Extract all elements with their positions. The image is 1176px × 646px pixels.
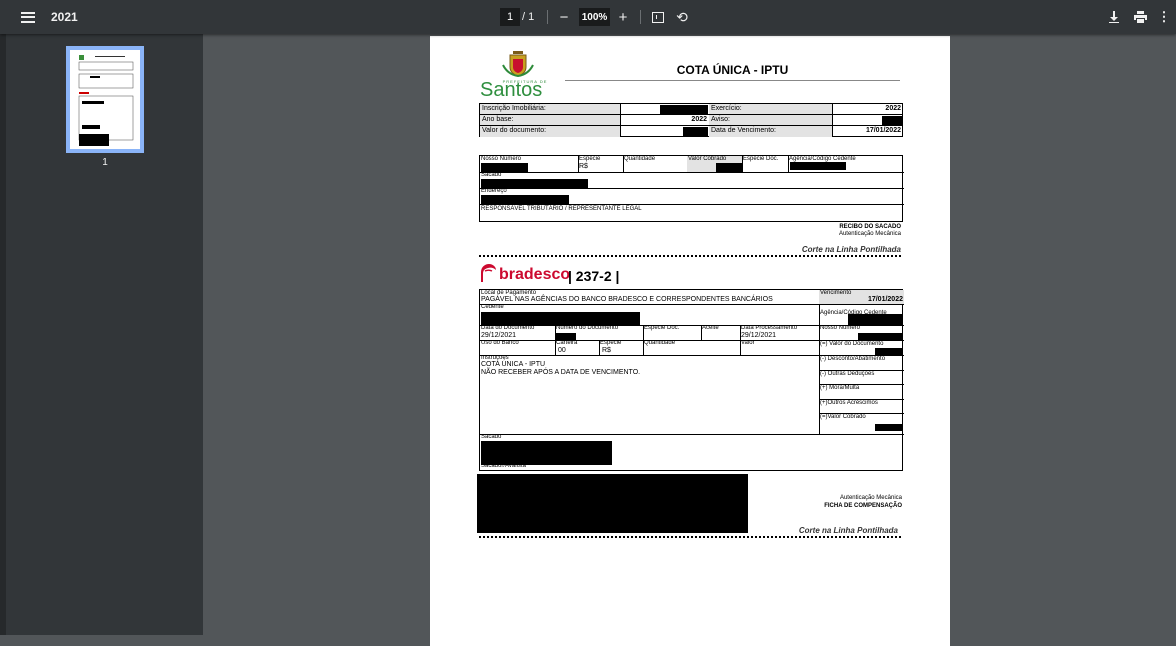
download-button[interactable] xyxy=(1105,0,1123,34)
bradesco-name: bradesco xyxy=(499,266,571,283)
vencimento-value: 17/01/2022 xyxy=(865,127,901,134)
more-vert-icon: ⋮ xyxy=(1157,9,1171,24)
print-button[interactable] xyxy=(1131,0,1149,34)
exercicio-value: 2022 xyxy=(885,105,901,112)
toolbar-divider xyxy=(640,10,641,24)
page-thumbnail[interactable] xyxy=(66,46,144,153)
redacted-valor xyxy=(683,127,708,136)
logo-city-name: Santos xyxy=(480,79,543,101)
ficha-vencimento-value: 17/01/2022 xyxy=(867,296,903,303)
local-pagamento-value: PAGÁVEL NAS AGÊNCIAS DO BANCO BRADESCO E… xyxy=(481,296,773,303)
redacted-ficha-valor-cobrado xyxy=(875,424,903,431)
more-actions-button[interactable]: ⋮ xyxy=(1157,0,1171,34)
instrucao-2: NÃO RECEBER APÓS A DATA DE VENCIMENTO. xyxy=(481,369,641,376)
redacted-barcode xyxy=(477,474,748,533)
santos-coat-of-arms-logo xyxy=(502,51,534,78)
autenticacao-mecanica-label: Autenticação Mecânica xyxy=(839,495,902,501)
document-viewer[interactable]: PREFEITURA DE Santos COTA ÚNICA - IPTU I… xyxy=(203,34,1176,646)
cut-line-label-2: Corte na Linha Pontilhada xyxy=(798,526,898,535)
redacted-inscricao xyxy=(660,105,708,114)
bradesco-logo-icon xyxy=(481,264,496,282)
fit-to-page-button[interactable] xyxy=(650,0,666,34)
download-icon xyxy=(1109,11,1119,23)
recibo-sacado-label: RECIBO DO SACADO xyxy=(839,224,901,230)
instrucao-1: COTA ÚNICA - IPTU xyxy=(481,361,546,368)
cut-line-label: Corte na Linha Pontilhada xyxy=(801,245,901,254)
ficha-compensacao-label: FICHA DE COMPENSAÇÃO xyxy=(824,503,902,509)
zoom-in-button[interactable]: + xyxy=(615,0,631,34)
fit-page-icon xyxy=(652,11,664,23)
print-icon xyxy=(1133,11,1147,23)
redacted-nosso-numero xyxy=(481,163,528,172)
redacted-sacado xyxy=(481,179,588,188)
zoom-level-input[interactable] xyxy=(579,8,610,26)
valor-documento-label: Valor do documento: xyxy=(482,127,547,134)
redacted-ficha-nosso-numero xyxy=(858,333,903,340)
toolbar-divider xyxy=(547,10,548,24)
document-title: 2021 xyxy=(51,10,78,24)
thumbnail-page-number: 1 xyxy=(102,157,108,168)
menu-button[interactable] xyxy=(14,0,42,34)
redacted-ficha-sacado xyxy=(481,441,612,465)
zoom-out-button[interactable]: − xyxy=(556,0,572,34)
pdf-page: PREFEITURA DE Santos COTA ÚNICA - IPTU I… xyxy=(430,36,950,646)
aviso-label: Aviso: xyxy=(711,116,730,123)
redacted-cedente xyxy=(481,312,640,325)
redacted-valor-cobrado xyxy=(716,163,742,172)
inscricao-label: Inscrição Imobiliária: xyxy=(482,105,546,112)
ano-base-label: Ano base: xyxy=(482,116,514,123)
redacted-ficha-agencia xyxy=(848,314,903,325)
rotate-button[interactable]: ⟲ xyxy=(674,0,690,34)
sidebar-edge xyxy=(0,34,6,635)
pdf-toolbar: 2021 / 1 − + ⟲ ⋮ xyxy=(0,0,1176,34)
iptu-summary-table: Inscrição Imobiliária: Exercício: 2022 A… xyxy=(479,103,903,137)
menu-icon xyxy=(21,11,35,23)
recibo-sacado-table: Nosso Número Espécie R$ Quantidade Valor … xyxy=(479,155,904,222)
document-title-heading: COTA ÚNICA - IPTU xyxy=(676,63,789,77)
thumbnail-preview xyxy=(78,55,134,146)
cut-line-2 xyxy=(479,536,901,538)
redacted-aviso xyxy=(882,116,902,125)
exercicio-label: Exercício: xyxy=(711,105,742,112)
bank-code: | 237-2 | xyxy=(568,268,620,284)
autenticacao-label: Autenticação Mecânica xyxy=(838,231,901,237)
cut-line xyxy=(479,255,901,257)
page-number-input[interactable] xyxy=(500,8,520,26)
ano-base-value: 2022 xyxy=(691,116,707,123)
thumbnail-sidebar: 1 xyxy=(0,34,203,635)
rotate-icon: ⟲ xyxy=(676,8,688,25)
redacted-agencia xyxy=(790,162,846,170)
redacted-endereco xyxy=(481,195,569,204)
page-count: / 1 xyxy=(522,11,535,23)
vencimento-label: Data de Vencimento: xyxy=(711,127,776,134)
redacted-numero-documento xyxy=(556,333,576,340)
ficha-compensacao-table: Local de Pagamento PAGÁVEL NAS AGÊNCIAS D… xyxy=(479,289,904,471)
redacted-valor-documento xyxy=(875,348,903,355)
title-underline xyxy=(565,80,900,81)
